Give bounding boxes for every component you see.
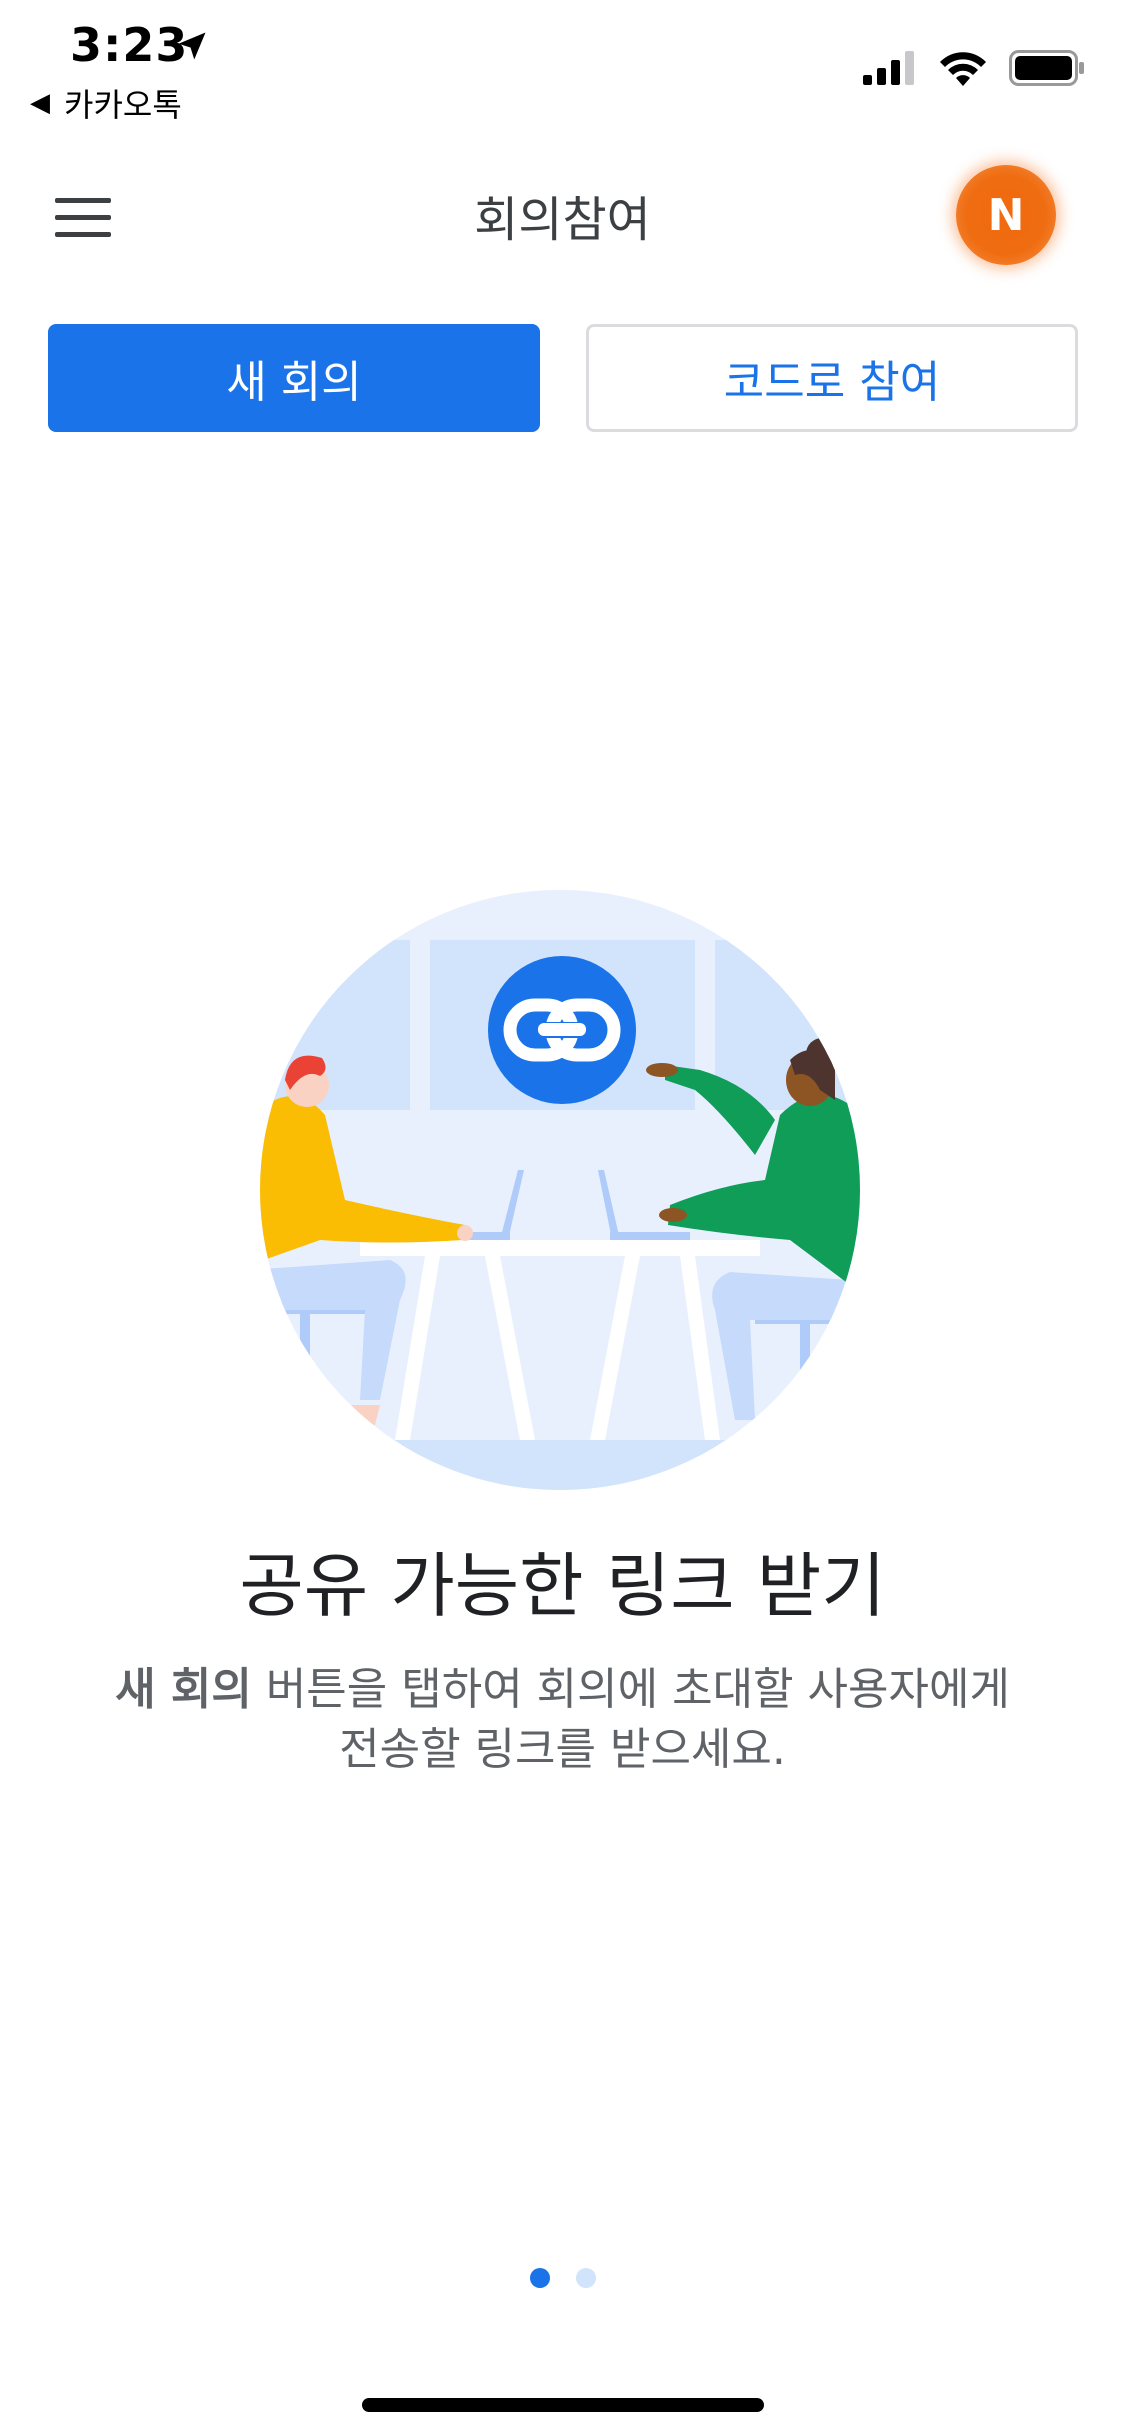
home-indicator[interactable]: [362, 2398, 764, 2412]
app-bar: 회의참여 N: [0, 160, 1125, 270]
desc-text-line2: 전송할 링크를 받으세요.: [339, 1724, 786, 1775]
location-arrow-icon: [178, 32, 206, 60]
join-with-code-button[interactable]: 코드로 참여: [586, 324, 1078, 432]
onboarding-description: 새 회의 버튼을 탭하여 회의에 초대할 사용자에게 전송할 링크를 받으세요.: [60, 1660, 1065, 1780]
back-to-app-link[interactable]: ◀ 카카오톡: [30, 80, 182, 126]
desc-text-line1: 버튼을 탭하여 회의에 초대할 사용자에게: [251, 1664, 1010, 1715]
status-bar: 3:23 ◀ 카카오톡: [0, 0, 1125, 130]
page-indicator: [0, 2268, 1125, 2288]
page-dot-2[interactable]: [575, 2268, 596, 2288]
system-icons: [863, 50, 1085, 86]
meeting-illustration: [260, 890, 860, 1490]
status-time: 3:23: [70, 18, 189, 72]
battery-icon: [1009, 50, 1084, 86]
back-triangle-icon: ◀: [30, 88, 50, 118]
new-meeting-button[interactable]: 새 회의: [48, 324, 540, 432]
back-app-label: 카카오톡: [64, 86, 182, 124]
cellular-signal-icon: [863, 51, 914, 85]
onboarding-headline: 공유 가능한 링크 받기: [239, 1545, 886, 1627]
account-avatar[interactable]: N: [956, 165, 1056, 265]
wifi-icon: [940, 52, 986, 86]
desc-bold-text: 새 회의: [115, 1664, 252, 1715]
page-dot-1[interactable]: [529, 2268, 550, 2288]
